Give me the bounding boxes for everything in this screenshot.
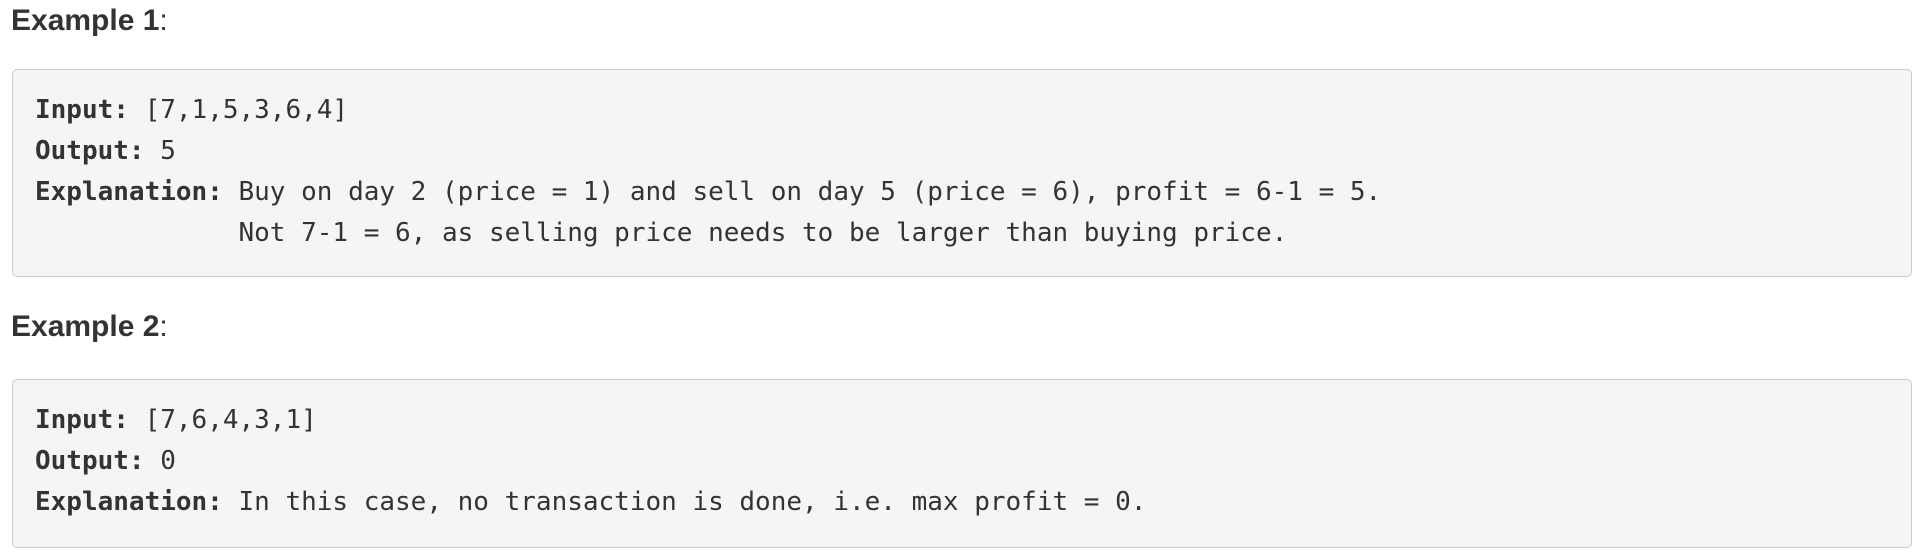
example-2-heading-text: Example 2 [11, 310, 160, 343]
example-1-heading: Example 1: [11, 2, 168, 40]
example-1-heading-colon: : [159, 4, 168, 37]
example-1-input-value: [7,1,5,3,6,4] [128, 95, 349, 125]
example-1-explanation-text: Buy on day 2 (price = 1) and sell on day… [222, 177, 1382, 207]
example-1-heading-text: Example 1 [11, 4, 160, 37]
example-2-heading: Example 2: [11, 308, 168, 346]
example-1-input-label: Input: [35, 95, 129, 125]
example-2-input-value: [7,6,4,3,1] [128, 405, 317, 435]
example-1-explanation-continuation: Not 7-1 = 6, as selling price needs to b… [35, 218, 1288, 248]
example-1-output-line: Output: 5 [35, 131, 1911, 172]
example-2-output-label: Output: [35, 446, 145, 476]
example-2-input-line: Input: [7,6,4,3,1] [35, 400, 1911, 441]
example-2-explanation-text: In this case, no transaction is done, i.… [222, 487, 1147, 517]
example-1-input-line: Input: [7,1,5,3,6,4] [35, 90, 1911, 131]
example-2-code-block: Input: [7,6,4,3,1] Output: 0 Explanation… [12, 379, 1912, 548]
example-1-output-label: Output: [35, 136, 145, 166]
example-2-input-label: Input: [35, 405, 129, 435]
example-2-output-line: Output: 0 [35, 441, 1911, 482]
example-2-output-value: 0 [144, 446, 176, 476]
example-2-explanation-line: Explanation: In this case, no transactio… [35, 482, 1911, 523]
example-1-explanation-label: Explanation: [35, 177, 223, 207]
example-2-explanation-label: Explanation: [35, 487, 223, 517]
example-2-heading-colon: : [159, 310, 168, 343]
example-1-output-value: 5 [144, 136, 176, 166]
example-1-code-block: Input: [7,1,5,3,6,4] Output: 5 Explanati… [12, 69, 1912, 277]
example-1-explanation-line: Explanation: Buy on day 2 (price = 1) an… [35, 172, 1911, 213]
